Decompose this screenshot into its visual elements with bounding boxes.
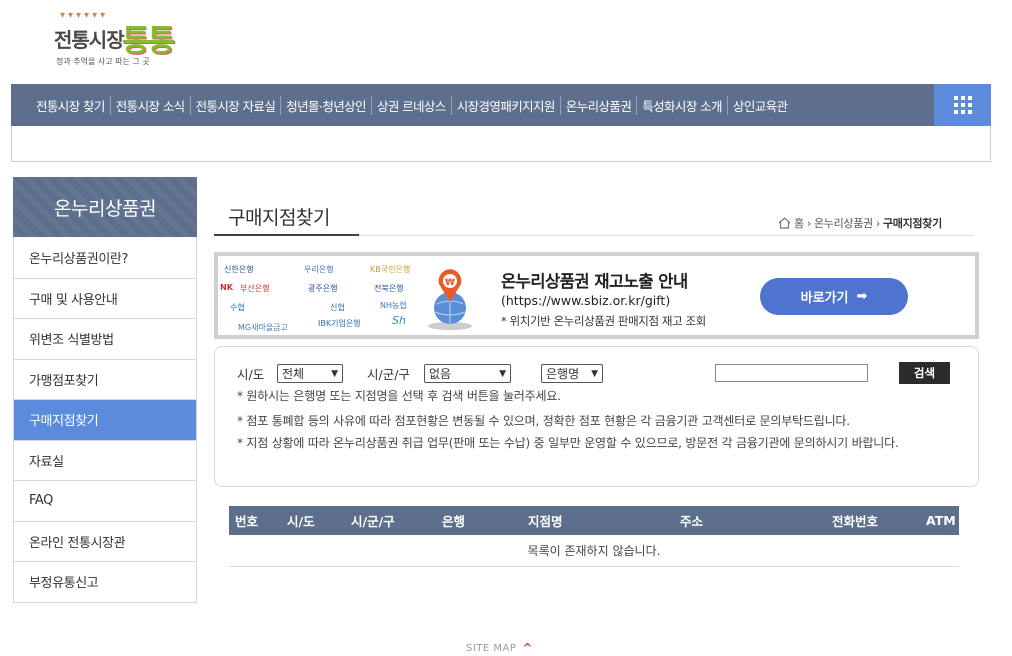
nav-item[interactable]: 상인교육관 <box>726 95 793 115</box>
search-panel: 시/도 전체 ▼ 시/군/구 없음 ▼ 은행명 ▼ 검색 * 원하시는 은행명 … <box>214 346 979 487</box>
sidebar-item[interactable]: FAQ <box>14 480 196 521</box>
sidebar-item[interactable]: 온누리상품권이란? <box>14 237 196 278</box>
search-note: * 지점 상황에 따라 온누리상품권 취급 업무(판매 또는 수납) 중 일부만… <box>237 436 899 450</box>
title-underline <box>214 234 359 236</box>
chevron-down-icon: ▼ <box>331 368 338 379</box>
sidebar-item[interactable]: 자료실 <box>14 439 196 481</box>
breadcrumb-separator-icon: › <box>875 216 880 230</box>
column-header: 시/군/구 <box>351 514 395 529</box>
sigungu-label: 시/군/구 <box>367 367 410 382</box>
bank-logo: MG새마을금고 <box>238 323 288 332</box>
bank-logo: 신협 <box>330 303 345 312</box>
all-menu-button[interactable] <box>934 84 991 126</box>
column-header: 번호 <box>235 514 259 529</box>
sitemap-toggle[interactable]: SITE MAP ^ <box>466 641 533 655</box>
search-note: * 원하시는 은행명 또는 지점명을 선택 후 검색 버튼을 눌러주세요. <box>237 389 561 403</box>
breadcrumb-current: 구매지점찾기 <box>882 217 942 230</box>
sigungu-select-value: 없음 <box>429 367 452 381</box>
go-button[interactable]: 바로가기 ➡ <box>760 278 908 315</box>
sidebar-item[interactable]: 온라인 전통시장관 <box>14 520 196 562</box>
sidebar-item[interactable]: 부정유통신고 <box>14 561 196 602</box>
results-table-header: 번호 시/도 시/군/구 은행 지점명 주소 전화번호 ATM <box>229 506 959 535</box>
bank-select-value: 은행명 <box>546 367 580 381</box>
nav-item[interactable]: 온누리상품권 <box>559 95 636 115</box>
bank-logo: NK <box>220 283 233 292</box>
bank-logo: NH농협 <box>380 301 407 310</box>
bank-logo: 신한은행 <box>224 265 254 274</box>
breadcrumb-home[interactable]: 홈 <box>794 215 804 231</box>
sidebar-heading: 온누리상품권 <box>13 177 197 237</box>
bank-logo: Sh <box>392 314 406 327</box>
search-button[interactable]: 검색 <box>899 362 950 384</box>
stock-notice-banner: 신한은행 우리은행 KB국민은행 NK 부산은행 광주은행 전북은행 수협 신협… <box>214 252 979 339</box>
grid-menu-icon <box>953 96 972 114</box>
sidebar-menu: 온누리상품권이란? 구매 및 사용안내 위변조 식별방법 가맹점포찾기 구매지점… <box>13 237 197 603</box>
chevron-down-icon: ▼ <box>591 368 598 379</box>
column-header: 시/도 <box>287 514 315 529</box>
sidebar-item[interactable]: 위변조 식별방법 <box>14 318 196 359</box>
sidebar-item[interactable]: 구매 및 사용안내 <box>14 277 196 319</box>
column-header: 주소 <box>680 514 704 529</box>
sido-label: 시/도 <box>237 367 265 382</box>
nav-item[interactable]: 전통시장 자료실 <box>189 95 281 115</box>
banner-title: 온누리상품권 재고노출 안내 <box>501 272 688 291</box>
arrow-right-icon: ➡ <box>856 289 868 304</box>
column-header: 전화번호 <box>832 514 879 529</box>
sido-select[interactable]: 전체 ▼ <box>277 364 343 383</box>
bank-logos: 신한은행 우리은행 KB국민은행 NK 부산은행 광주은행 전북은행 수협 신협… <box>220 258 420 334</box>
sigungu-select[interactable]: 없음 ▼ <box>424 364 511 383</box>
nav-item[interactable]: 전통시장 찾기 <box>31 96 110 115</box>
banner-description: * 위치기반 온누리상품권 판매지점 재고 조회 <box>501 314 706 328</box>
caret-up-icon: ^ <box>522 641 533 655</box>
site-logo[interactable]: ▾▾▾▾▾▾ 전통시장 통통 정과 추억을 사고 파는 그 곳 <box>54 10 184 70</box>
bank-logo: 광주은행 <box>308 284 338 293</box>
sitemap-label: SITE MAP <box>466 642 517 654</box>
breadcrumb-separator-icon: › <box>806 216 811 230</box>
column-header: 지점명 <box>528 514 563 529</box>
page-title: 구매지점찾기 <box>228 207 330 229</box>
sidebar-item-active[interactable]: 구매지점찾기 <box>14 399 196 440</box>
breadcrumb: 홈 › 온누리상품권 › 구매지점찾기 <box>778 215 942 231</box>
bank-logo: 전북은행 <box>374 284 404 293</box>
sub-nav-bar <box>11 126 991 162</box>
nav-item[interactable]: 상권 르네상스 <box>370 95 451 115</box>
breadcrumb-section[interactable]: 온누리상품권 <box>814 215 873 231</box>
logo-title: 전통시장 통통 <box>54 24 175 59</box>
bank-logo: IBK기업은행 <box>318 319 361 328</box>
logo-tagline: 정과 추억을 사고 파는 그 곳 <box>56 57 150 66</box>
location-pin-globe-icon: ₩ <box>428 269 472 330</box>
nav-item[interactable]: 시장경영패키지지원 <box>450 95 560 115</box>
go-button-label: 바로가기 <box>800 291 849 306</box>
home-icon <box>778 217 791 229</box>
bank-select[interactable]: 은행명 ▼ <box>541 364 603 383</box>
bank-logo: 우리은행 <box>304 265 334 274</box>
bank-logo: KB국민은행 <box>370 265 411 274</box>
chevron-down-icon: ▼ <box>499 368 506 379</box>
table-empty-message: 목록이 존재하지 않습니다. <box>229 535 959 567</box>
main-nav: 전통시장 찾기 전통시장 소식 전통시장 자료실 청년몰·청년상인 상권 르네상… <box>11 84 991 126</box>
bunting-flags-icon: ▾▾▾▾▾▾ <box>60 10 109 21</box>
column-header: ATM <box>926 513 956 528</box>
nav-item[interactable]: 특성화시장 소개 <box>636 95 727 115</box>
bank-logo: 수협 <box>230 303 245 312</box>
search-note: * 점포 통폐합 등의 사유에 따라 점포현황은 변동될 수 있으며, 정확한 … <box>237 414 850 428</box>
nav-item[interactable]: 청년몰·청년상인 <box>280 95 371 115</box>
sido-select-value: 전체 <box>282 367 305 381</box>
column-header: 은행 <box>442 514 466 529</box>
banner-url: (https://www.sbiz.or.kr/gift) <box>501 293 671 308</box>
logo-highlight: 통통 <box>122 24 175 59</box>
nav-item[interactable]: 전통시장 소식 <box>109 95 190 115</box>
branch-search-input[interactable] <box>715 364 868 382</box>
sidebar-item[interactable]: 가맹점포찾기 <box>14 358 196 400</box>
svg-text:₩: ₩ <box>445 278 455 288</box>
bank-logo: 부산은행 <box>240 284 270 293</box>
main-nav-items: 전통시장 찾기 전통시장 소식 전통시장 자료실 청년몰·청년상인 상권 르네상… <box>31 84 792 126</box>
